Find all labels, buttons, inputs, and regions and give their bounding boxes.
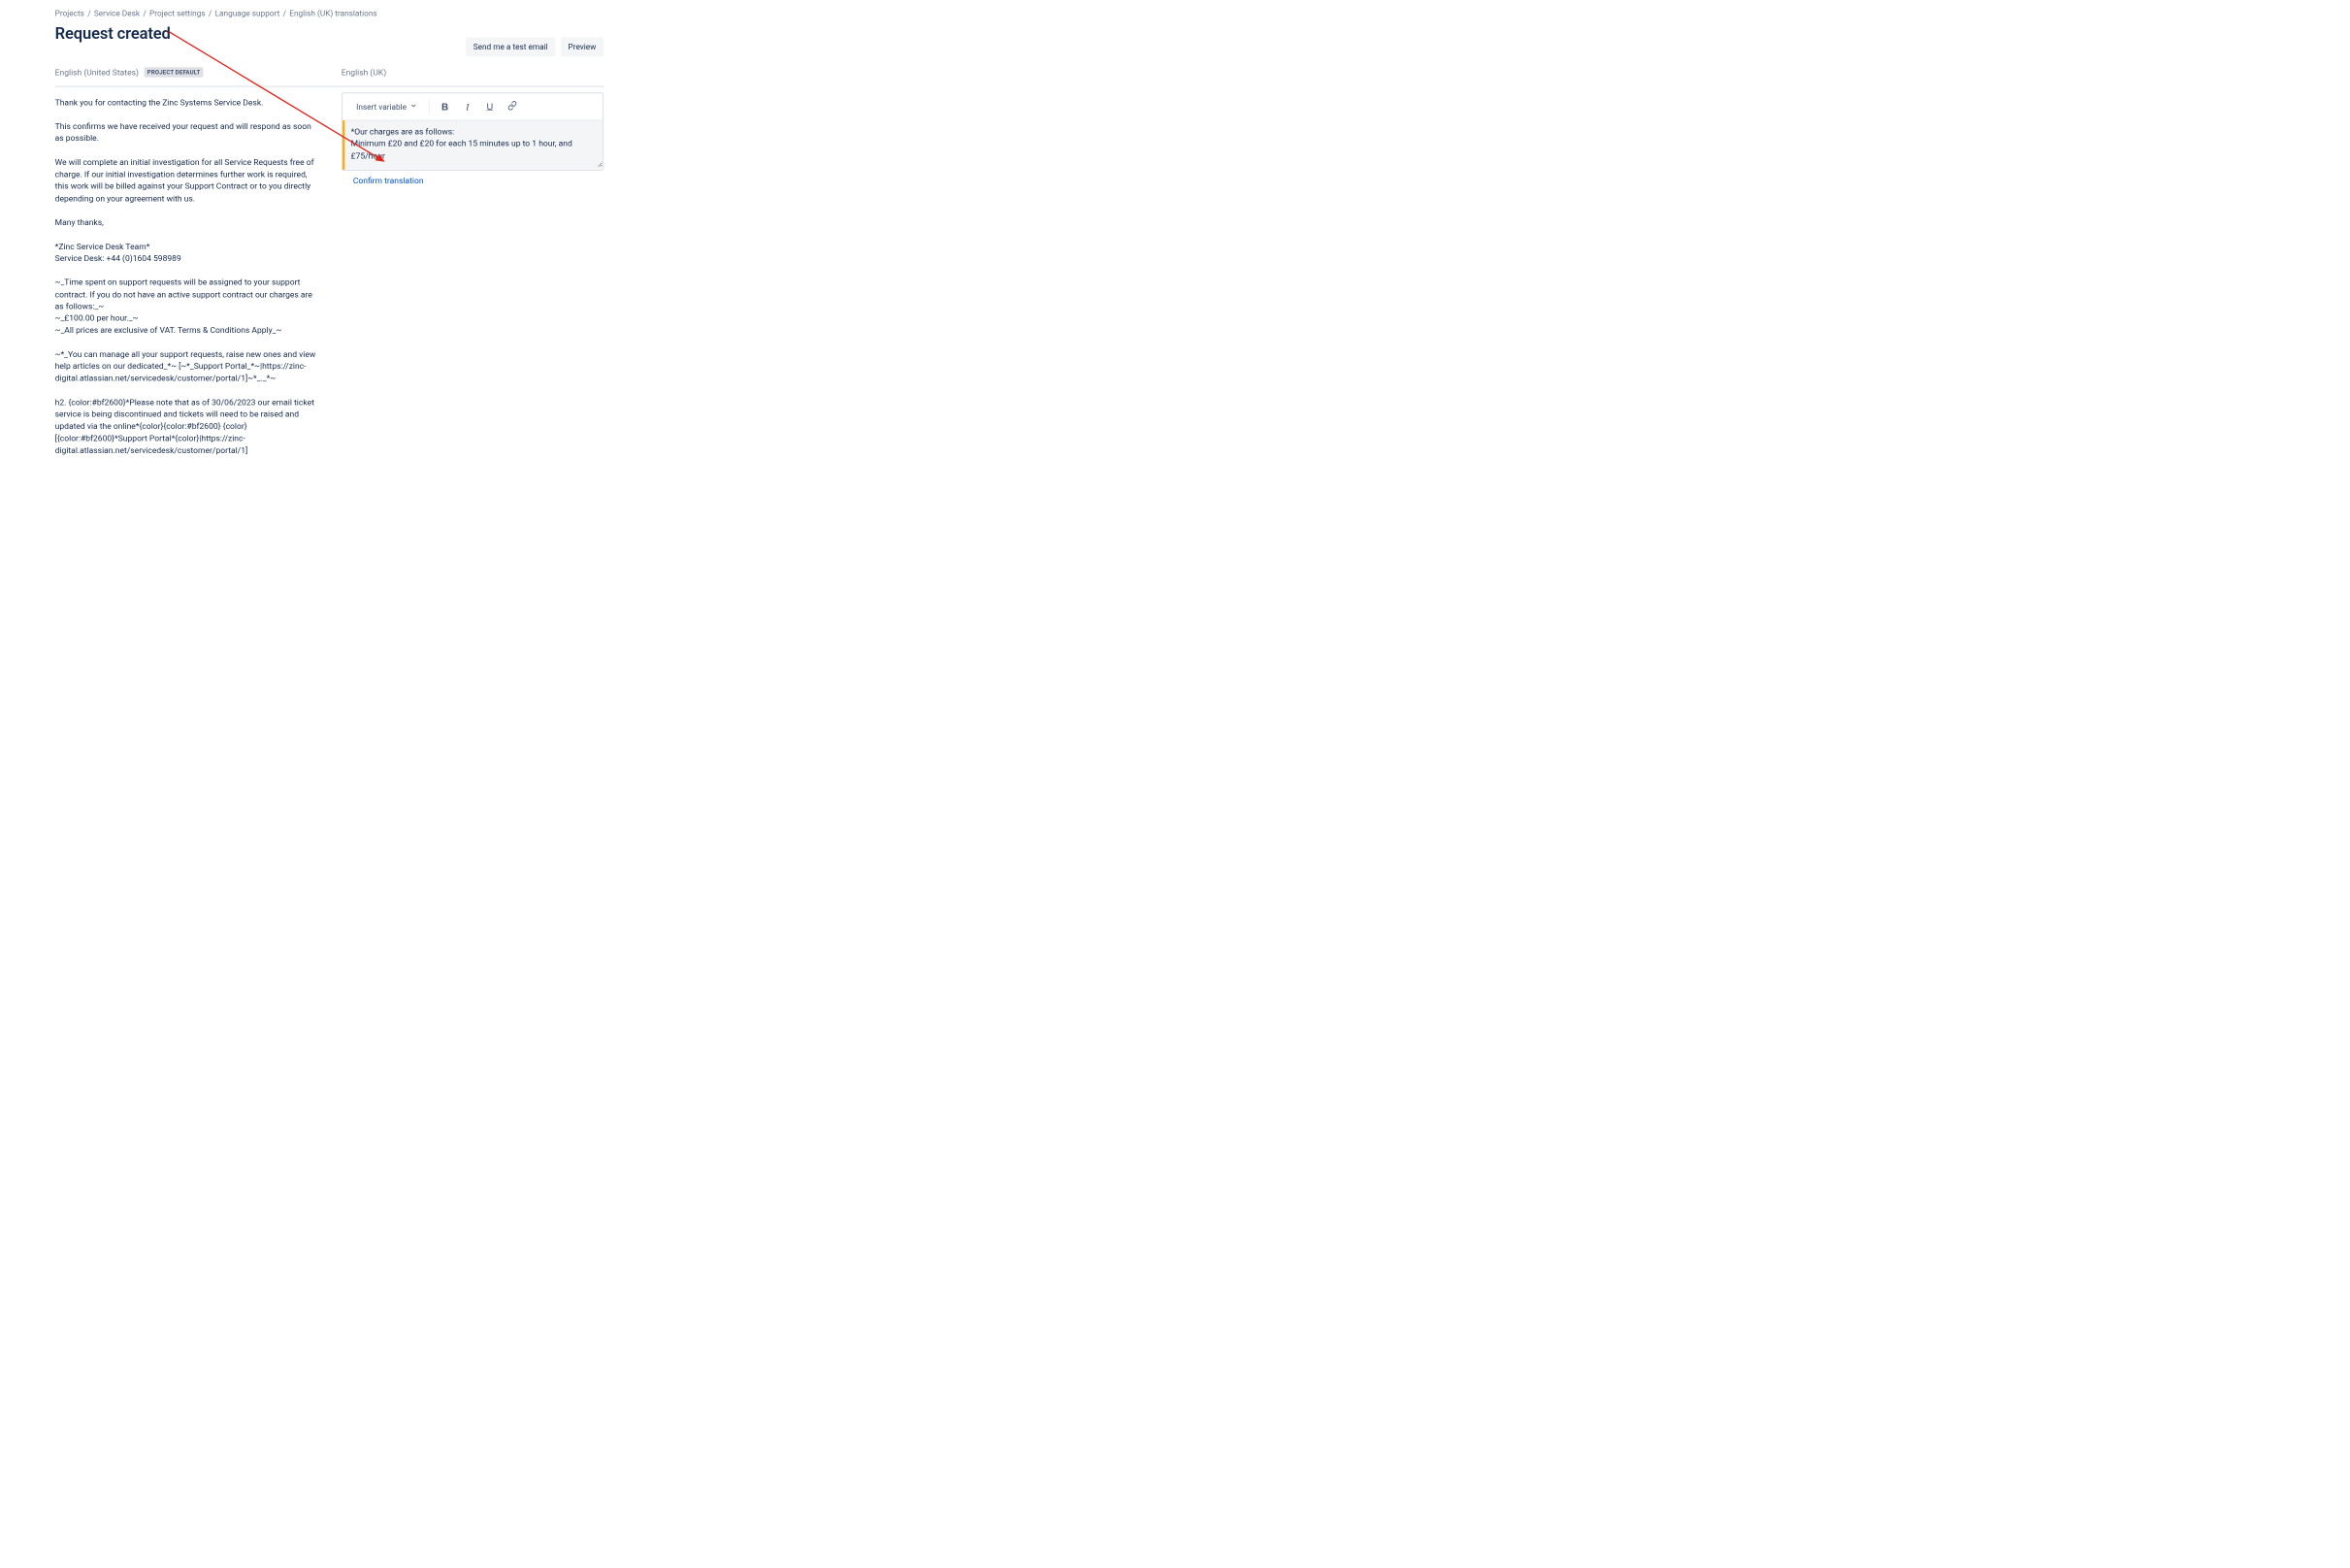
breadcrumb: Projects / Service Desk / Project settin… [55,9,604,18]
breadcrumb-link-projects[interactable]: Projects [55,9,84,18]
confirm-translation-link[interactable]: Confirm translation [353,177,424,186]
target-editor-column: Insert variable B I [342,87,604,457]
breadcrumb-link-language-support[interactable]: Language support [215,9,280,18]
insert-variable-label: Insert variable [356,102,407,112]
breadcrumb-separator: / [209,9,212,18]
source-language-header: English (United States) PROJECT DEFAULT [55,67,317,85]
preview-button[interactable]: Preview [561,38,604,57]
breadcrumb-separator: / [87,9,90,18]
italic-icon: I [466,101,469,113]
breadcrumb-link-service-desk[interactable]: Service Desk [94,9,140,18]
breadcrumb-separator: / [143,9,146,18]
editor-toolbar: Insert variable B I [343,93,603,120]
editor-text-area-wrap [343,120,603,170]
page-actions: Send me a test email Preview [466,38,604,57]
insert-variable-button[interactable]: Insert variable [352,99,422,115]
breadcrumb-link-project-settings[interactable]: Project settings [149,9,206,18]
translation-textarea[interactable] [344,120,603,167]
target-language-label: English (UK) [342,68,386,78]
target-language-header: English (UK) [342,67,604,85]
chevron-down-icon [409,102,417,112]
underline-button[interactable]: U [479,98,500,116]
link-icon [507,101,517,114]
breadcrumb-separator: / [283,9,286,18]
bold-icon: B [441,101,448,113]
underline-icon: U [486,102,493,113]
send-test-email-button[interactable]: Send me a test email [466,38,555,57]
project-default-badge: PROJECT DEFAULT [144,67,203,77]
link-button[interactable] [502,98,522,116]
breadcrumb-link-english-uk-translations[interactable]: English (UK) translations [289,9,376,18]
italic-button[interactable]: I [457,98,477,116]
bold-button[interactable]: B [435,98,455,116]
source-language-label: English (United States) [55,68,139,78]
translation-editor: Insert variable B I [342,92,604,171]
source-body-text: Thank you for contacting the Zinc System… [55,87,317,457]
toolbar-divider [429,100,430,114]
